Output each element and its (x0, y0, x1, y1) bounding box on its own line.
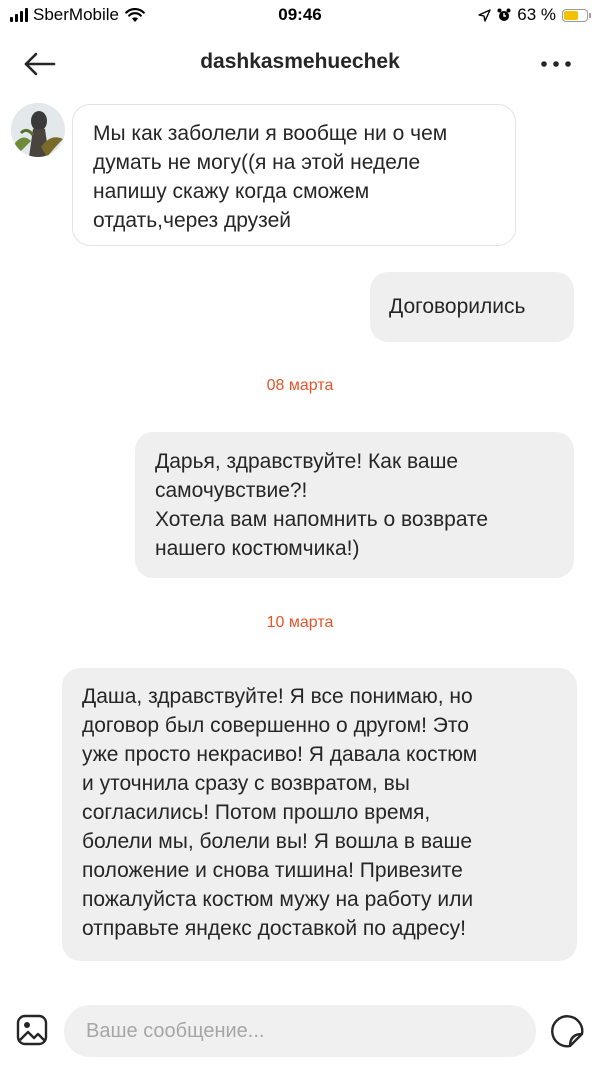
sticker-icon (551, 1015, 584, 1048)
date-separator: 08 марта (266, 377, 334, 394)
image-gallery-icon (16, 1014, 48, 1046)
chat-header: dashkasmehuechek (0, 38, 600, 90)
sticker-button[interactable] (550, 1014, 584, 1048)
battery-percent: 63 % (517, 5, 556, 24)
message-bubble-outgoing[interactable]: Дарья, здравствуйте! Как ваше самочувств… (135, 432, 574, 578)
battery-icon (562, 8, 591, 22)
avatar[interactable] (11, 103, 65, 157)
alarm-icon (497, 8, 511, 21)
message-bubble-outgoing[interactable]: Договорились (370, 272, 574, 342)
more-options-button[interactable] (538, 52, 574, 76)
status-right: 63 % (478, 5, 591, 25)
avatar-photo (11, 103, 65, 157)
more-horizontal-icon (541, 61, 571, 67)
status-bar: SberMobile 09:46 63 % (0, 0, 600, 32)
message-bubble-outgoing[interactable]: Даша, здравствуйте! Я все понимаю, но до… (62, 668, 577, 961)
location-icon (478, 8, 491, 22)
message-bubble-incoming[interactable]: Мы как заболели я вообще ни о чем думать… (72, 104, 516, 246)
chat-title[interactable]: dashkasmehuechek (0, 50, 600, 74)
message-input[interactable] (64, 1005, 536, 1057)
gallery-button[interactable] (16, 1014, 48, 1046)
date-separator: 10 марта (266, 614, 334, 631)
